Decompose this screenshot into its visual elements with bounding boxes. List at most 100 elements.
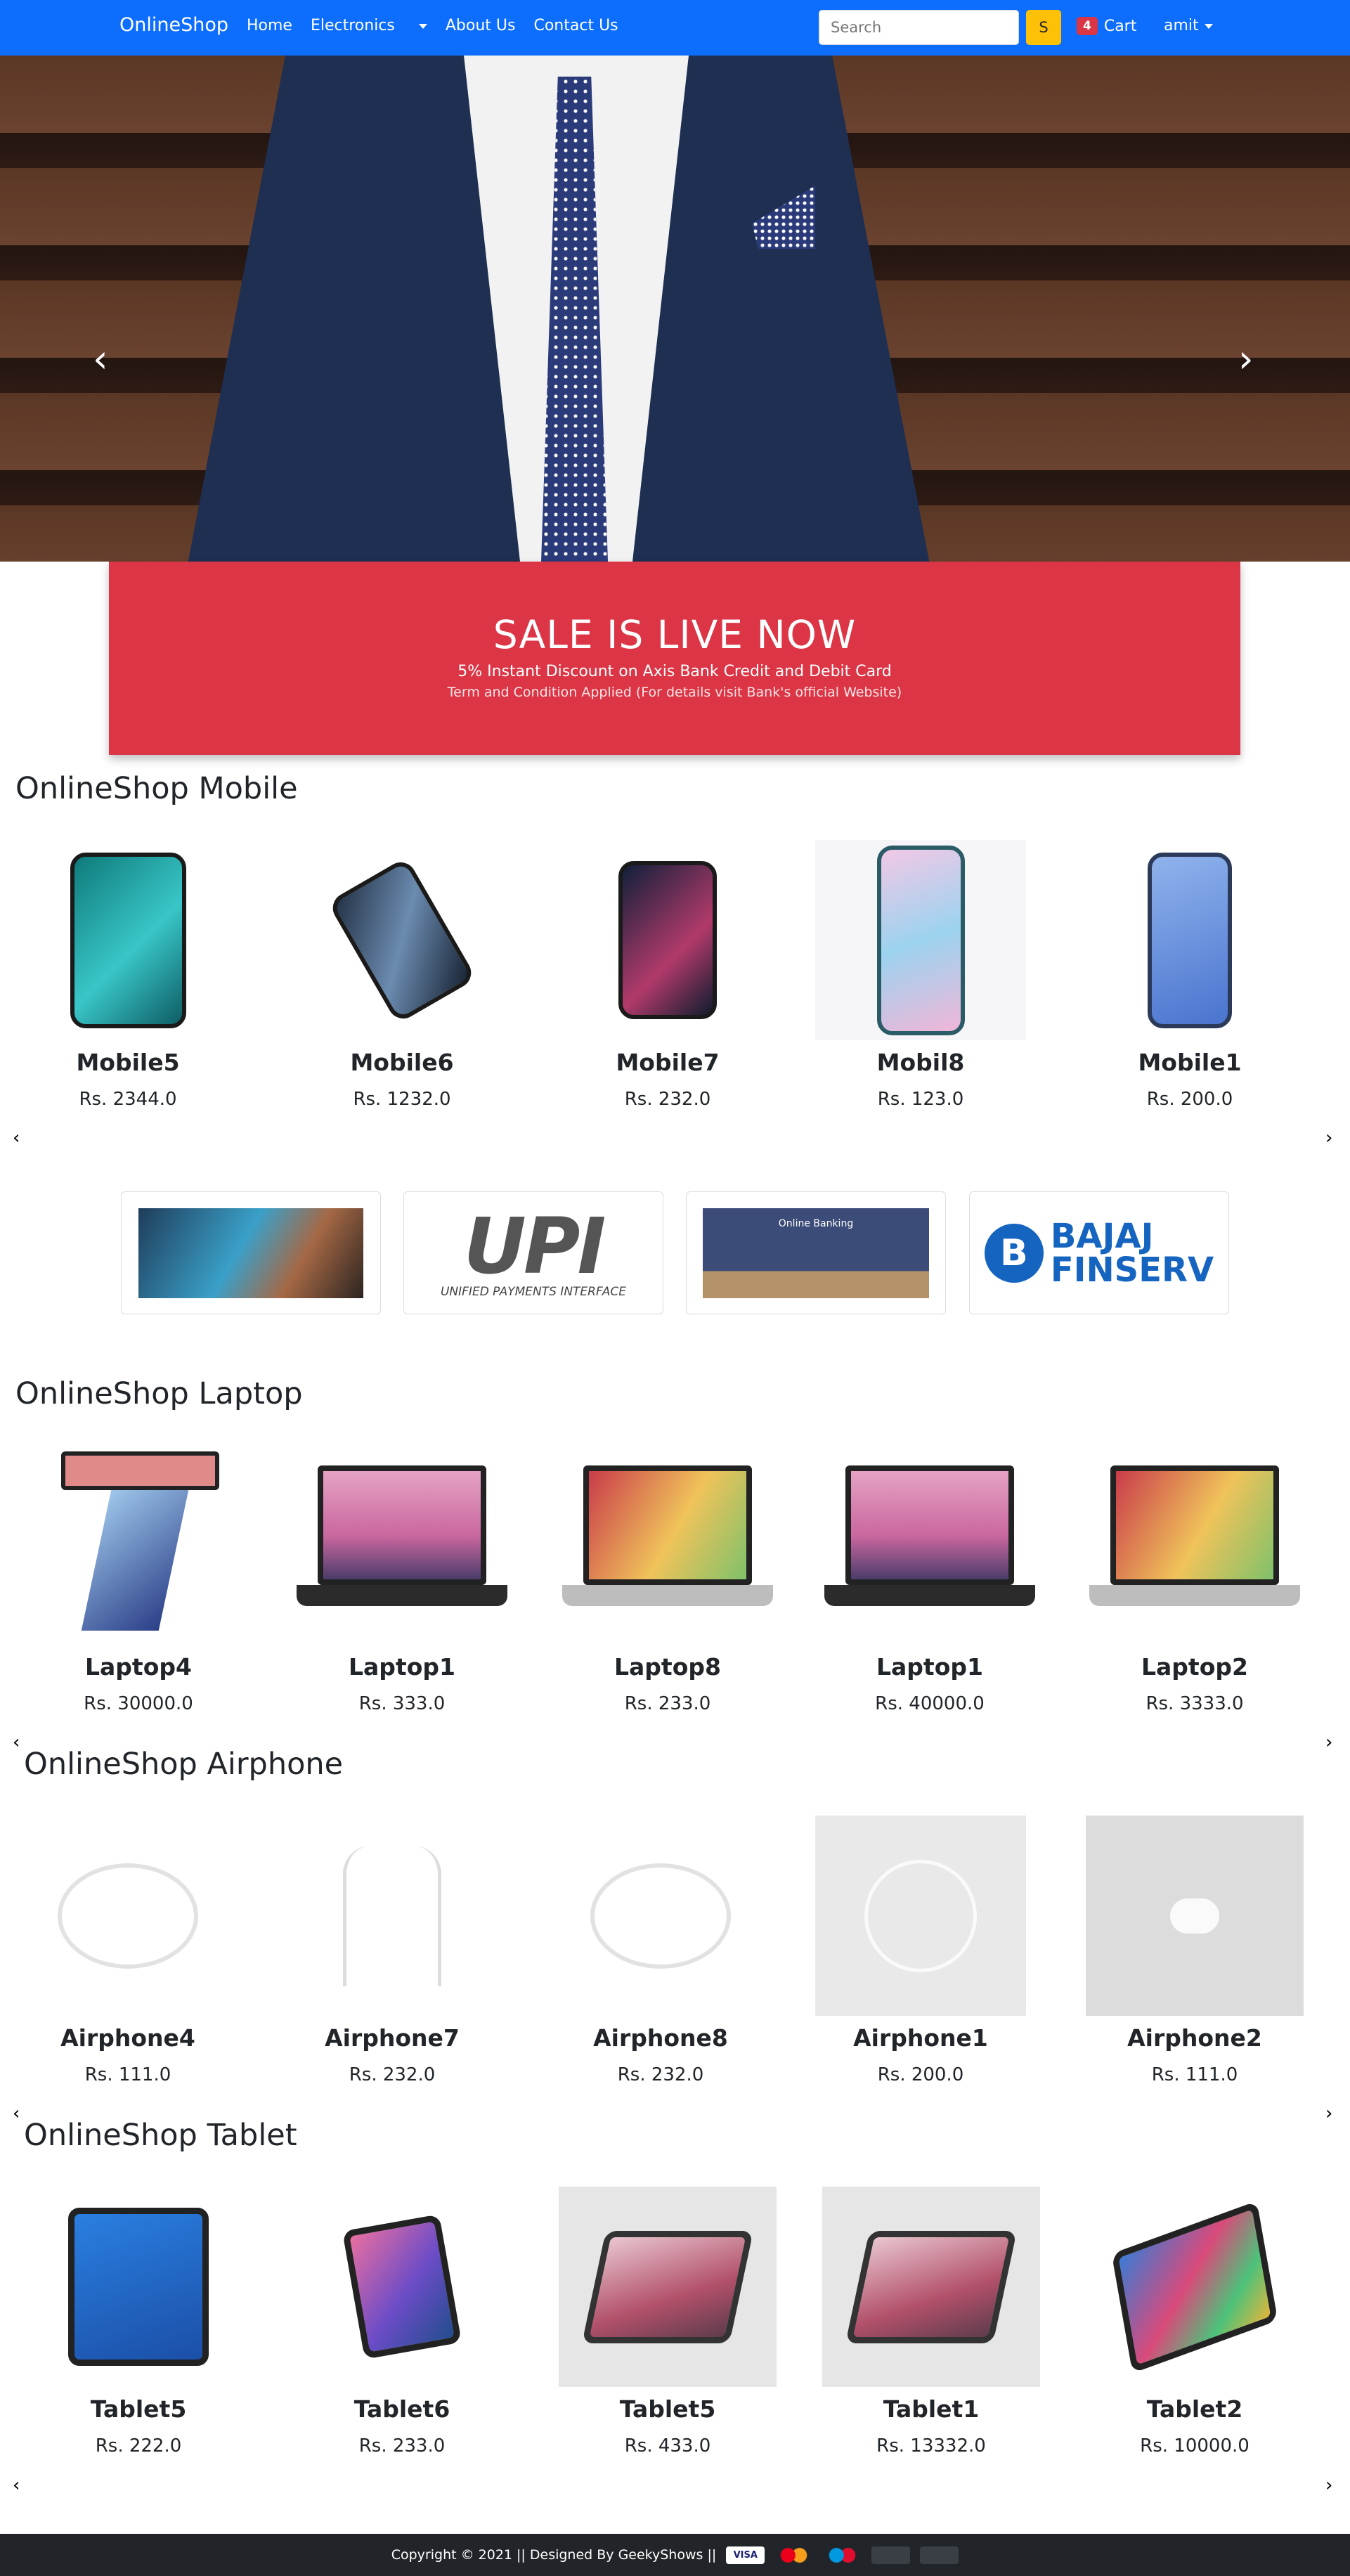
- product-price: Rs. 2344.0: [79, 1089, 177, 1110]
- product-name: Mobile5: [76, 1049, 180, 1076]
- slider-prev-icon[interactable]: ‹: [13, 2103, 20, 2124]
- credit-card-photo: [138, 1208, 363, 1298]
- product-name: Mobile6: [350, 1049, 454, 1076]
- carousel-prev-icon[interactable]: ‹: [93, 340, 108, 378]
- payment-card-image: [121, 1191, 381, 1314]
- product-card[interactable]: Laptop1 Rs. 333.0: [297, 1444, 507, 1714]
- mastercard-icon: [774, 2546, 814, 2564]
- product-price: Rs. 123.0: [877, 1089, 964, 1110]
- product-name: Laptop4: [85, 1653, 192, 1681]
- upi-logo-text: UPI: [463, 1200, 606, 1291]
- section-title-tablet: OnlineShop Tablet: [24, 2118, 297, 2153]
- user-name: amit: [1164, 17, 1199, 34]
- product-name: Laptop1: [876, 1653, 983, 1681]
- product-image: [297, 1444, 507, 1645]
- product-image: [287, 1816, 498, 2016]
- product-image: [1089, 2187, 1300, 2387]
- bajaj-line1: BAJAJ: [1050, 1216, 1154, 1256]
- product-card[interactable]: Laptop2 Rs. 3333.0: [1089, 1444, 1300, 1714]
- slider-next-icon[interactable]: ›: [1325, 1732, 1332, 1753]
- product-card[interactable]: Laptop8 Rs. 233.0: [562, 1444, 773, 1714]
- product-card[interactable]: Tablet1 Rs. 13332.0: [822, 2187, 1040, 2457]
- payment-upi-logo: UPI UNIFIED PAYMENTS INTERFACE: [403, 1191, 663, 1314]
- product-card[interactable]: Airphone4 Rs. 111.0: [22, 1816, 233, 2085]
- slider-prev-icon[interactable]: ‹: [13, 2475, 20, 2496]
- section-title-laptop: OnlineShop Laptop: [15, 1376, 303, 1411]
- slider-next-icon[interactable]: ›: [1325, 2103, 1332, 2124]
- product-name: Airphone8: [593, 2024, 728, 2052]
- brand-logo[interactable]: OnlineShop: [119, 14, 228, 36]
- footer-copyright: Copyright © 2021 || Designed By GeekySho…: [391, 2547, 717, 2563]
- product-price: Rs. 13332.0: [876, 2435, 986, 2457]
- sale-banner: SALE IS LIVE NOW 5% Instant Discount on …: [109, 562, 1240, 755]
- product-price: Rs. 232.0: [349, 2064, 436, 2085]
- product-price: Rs. 232.0: [617, 2064, 704, 2085]
- visa-icon: VISA: [726, 2546, 765, 2564]
- nav-link-about[interactable]: About Us: [446, 17, 516, 34]
- product-card[interactable]: Airphone1 Rs. 200.0: [815, 1816, 1026, 2085]
- product-price: Rs. 222.0: [95, 2435, 182, 2457]
- hero-carousel: ‹ ›: [0, 56, 1350, 562]
- user-dropdown[interactable]: amit: [1164, 17, 1213, 34]
- product-name: Laptop2: [1141, 1653, 1248, 1681]
- sale-title: SALE IS LIVE NOW: [493, 612, 857, 657]
- product-price: Rs. 433.0: [624, 2435, 711, 2457]
- product-name: Tablet2: [1146, 2395, 1243, 2423]
- product-card[interactable]: Airphone7 Rs. 232.0: [287, 1816, 498, 2085]
- carousel-next-icon[interactable]: ›: [1238, 340, 1254, 378]
- search-button[interactable]: S: [1026, 10, 1061, 45]
- product-card[interactable]: Mobile6 Rs. 1232.0: [297, 840, 507, 1110]
- product-card[interactable]: Mobile1 Rs. 200.0: [1084, 840, 1295, 1110]
- product-name: Airphone2: [1127, 2024, 1262, 2052]
- section-title-mobile: OnlineShop Mobile: [15, 771, 298, 806]
- product-price: Rs. 233.0: [624, 1693, 711, 1714]
- nav-link-home[interactable]: Home: [247, 17, 292, 34]
- product-card[interactable]: Laptop4 Rs. 30000.0: [33, 1444, 244, 1714]
- product-image: [1084, 840, 1295, 1040]
- product-card[interactable]: Tablet2 Rs. 10000.0: [1089, 2187, 1300, 2457]
- slider-next-icon[interactable]: ›: [1325, 1127, 1332, 1148]
- upi-icon: [920, 2546, 959, 2564]
- section-title-airphone: OnlineShop Airphone: [24, 1747, 344, 1782]
- product-name: Mobil8: [876, 1049, 965, 1076]
- product-price: Rs. 1232.0: [353, 1089, 451, 1110]
- product-card[interactable]: Tablet5 Rs. 433.0: [559, 2187, 777, 2457]
- product-image: [33, 2187, 244, 2387]
- product-card[interactable]: Mobile7 Rs. 232.0: [562, 840, 773, 1110]
- product-name: Laptop8: [614, 1653, 721, 1681]
- cart-link[interactable]: 4 Cart: [1077, 17, 1136, 35]
- slider-prev-icon[interactable]: ‹: [13, 1732, 20, 1753]
- product-name: Tablet1: [883, 2395, 980, 2423]
- slider-next-icon[interactable]: ›: [1325, 2475, 1332, 2496]
- product-image: [559, 2187, 777, 2387]
- search-input[interactable]: [819, 10, 1019, 45]
- netbanking-label: Online Banking: [778, 1217, 854, 1229]
- product-price: Rs. 232.0: [624, 1089, 711, 1110]
- product-price: Rs. 30000.0: [84, 1693, 193, 1714]
- nav-dropdown-electronics[interactable]: Electronics: [311, 17, 427, 34]
- product-name: Tablet5: [90, 2395, 187, 2423]
- upi-subtitle: UNIFIED PAYMENTS INTERFACE: [440, 1284, 626, 1299]
- product-image: [33, 1444, 244, 1645]
- product-card[interactable]: Airphone2 Rs. 111.0: [1086, 1816, 1304, 2085]
- nav-link-contact[interactable]: Contact Us: [533, 17, 618, 34]
- sale-terms-text: Term and Condition Applied (For details …: [447, 685, 902, 700]
- nav-link-electronics: Electronics: [310, 17, 395, 34]
- product-price: Rs. 111.0: [84, 2064, 171, 2085]
- product-card[interactable]: Laptop1 Rs. 40000.0: [824, 1444, 1035, 1714]
- product-card[interactable]: Airphone8 Rs. 232.0: [555, 1816, 766, 2085]
- slider-prev-icon[interactable]: ‹: [13, 1127, 20, 1148]
- rupay-icon: [871, 2546, 911, 2564]
- product-card[interactable]: Tablet5 Rs. 222.0: [33, 2187, 244, 2457]
- product-price: Rs. 111.0: [1151, 2064, 1238, 2085]
- product-name: Mobile7: [616, 1049, 720, 1076]
- bajaj-line2: FINSERV: [1050, 1250, 1214, 1290]
- cart-count-badge: 4: [1077, 17, 1098, 35]
- product-price: Rs. 40000.0: [875, 1693, 985, 1714]
- product-card[interactable]: Mobil8 Rs. 123.0: [815, 840, 1026, 1110]
- product-card[interactable]: Mobile5 Rs. 2344.0: [22, 840, 233, 1110]
- product-card[interactable]: Tablet6 Rs. 233.0: [297, 2187, 507, 2457]
- product-image: [824, 1444, 1035, 1645]
- product-price: Rs. 333.0: [358, 1693, 446, 1714]
- product-name: Tablet6: [353, 2395, 450, 2423]
